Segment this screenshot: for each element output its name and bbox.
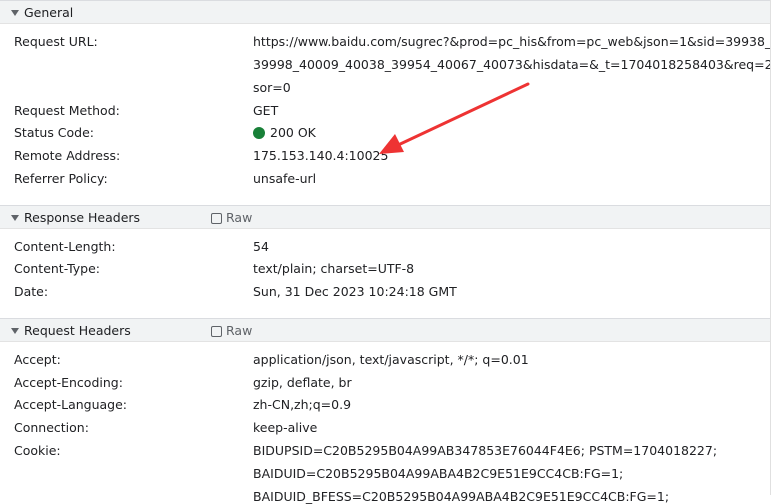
request-url-line-2: 39998_40009_40038_39954_40067_40073&hisd… <box>253 57 780 72</box>
connection-value: keep-alive <box>253 420 318 435</box>
request-url-line-3: sor=0 <box>253 80 291 95</box>
status-code-text: 200 OK <box>270 125 316 140</box>
collapse-triangle-icon[interactable] <box>11 10 19 16</box>
accept-language-value: zh-CN,zh;q=0.9 <box>253 397 352 412</box>
cookie-key: Cookie: <box>14 443 61 458</box>
response-headers-title: Response Headers <box>24 210 141 225</box>
status-ok-dot-icon <box>253 127 265 139</box>
remote-address-value: 175.153.140.4:10025 <box>253 148 389 163</box>
general-section-header[interactable]: General <box>0 0 770 24</box>
collapse-triangle-icon[interactable] <box>11 215 19 221</box>
request-raw-toggle[interactable]: Raw <box>211 323 252 338</box>
request-url-key: Request URL: <box>14 34 98 49</box>
raw-checkbox-icon[interactable] <box>211 326 222 337</box>
content-length-value: 54 <box>253 239 269 254</box>
response-raw-toggle[interactable]: Raw <box>211 210 252 225</box>
content-length-key: Content-Length: <box>14 239 116 254</box>
content-type-key: Content-Type: <box>14 261 100 276</box>
collapse-triangle-icon[interactable] <box>11 328 19 334</box>
request-headers-section-header[interactable]: Request Headers Raw <box>0 318 770 342</box>
vertical-scrollbar[interactable] <box>770 0 780 495</box>
date-value: Sun, 31 Dec 2023 10:24:18 GMT <box>253 284 457 299</box>
content-type-value: text/plain; charset=UTF-8 <box>253 261 415 276</box>
raw-label: Raw <box>226 210 253 225</box>
raw-label: Raw <box>226 323 253 338</box>
accept-encoding-key: Accept-Encoding: <box>14 375 123 390</box>
request-method-value: GET <box>253 103 279 118</box>
accept-language-key: Accept-Language: <box>14 397 128 412</box>
request-url-line-1: https://www.baidu.com/sugrec?&prod=pc_hi… <box>253 34 772 49</box>
request-headers-title: Request Headers <box>24 323 131 338</box>
referrer-policy-value: unsafe-url <box>253 171 317 186</box>
accept-key: Accept: <box>14 352 61 367</box>
response-headers-section-header[interactable]: Response Headers Raw <box>0 205 770 229</box>
annotation-arrow-shaft <box>394 82 530 148</box>
general-section-title: General <box>24 5 74 20</box>
cookie-line-3: BAIDUID_BFESS=C20B5295B04A99ABA4B2C9E51E… <box>253 489 670 504</box>
accept-encoding-value: gzip, deflate, br <box>253 375 352 390</box>
annotation-arrow-icon <box>379 82 530 154</box>
status-code-key: Status Code: <box>14 125 95 140</box>
accept-value: application/json, text/javascript, */*; … <box>253 352 529 367</box>
request-method-key: Request Method: <box>14 103 120 118</box>
connection-key: Connection: <box>14 420 89 435</box>
cookie-line-1: BIDUPSID=C20B5295B04A99AB347853E76044F4E… <box>253 443 718 458</box>
date-key: Date: <box>14 284 49 299</box>
cookie-line-2: BAIDUID=C20B5295B04A99ABA4B2C9E51E9CC4CB… <box>253 466 624 481</box>
raw-checkbox-icon[interactable] <box>211 213 222 224</box>
status-code-value: 200 OK <box>253 125 316 140</box>
remote-address-key: Remote Address: <box>14 148 121 163</box>
referrer-policy-key: Referrer Policy: <box>14 171 108 186</box>
